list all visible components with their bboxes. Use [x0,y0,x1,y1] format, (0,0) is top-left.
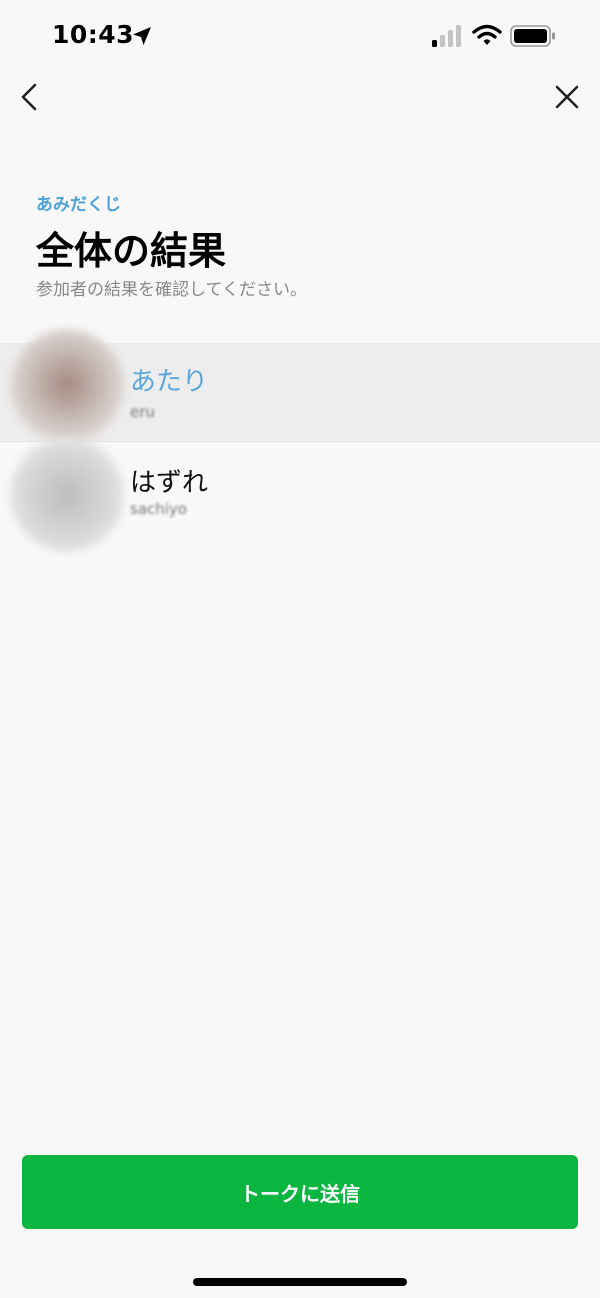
home-indicator[interactable] [193,1278,407,1286]
result-label: はずれ [130,468,209,498]
page-subtitle: 参加者の結果を確認してください。 [36,280,307,300]
back-button[interactable] [14,80,48,114]
result-label: あたり [130,367,209,397]
participant-name: eru [130,403,155,421]
location-arrow-icon [133,27,151,45]
result-row-winner[interactable]: あたり eru [0,329,600,443]
avatar [10,438,124,552]
participant-name: sachiyo [130,500,187,518]
cellular-signal-icon [432,25,461,47]
status-time: 10:43 [52,20,135,49]
eyebrow-label: あみだくじ [36,195,121,215]
wifi-icon [472,24,502,45]
result-row-loser[interactable]: はずれ sachiyo [0,438,600,552]
close-button[interactable] [550,80,584,114]
send-to-talk-button[interactable]: トークに送信 [22,1155,578,1229]
page-title: 全体の結果 [36,229,227,273]
battery-icon [510,25,555,47]
status-bar: 10:43 [0,0,600,72]
avatar [10,329,124,443]
